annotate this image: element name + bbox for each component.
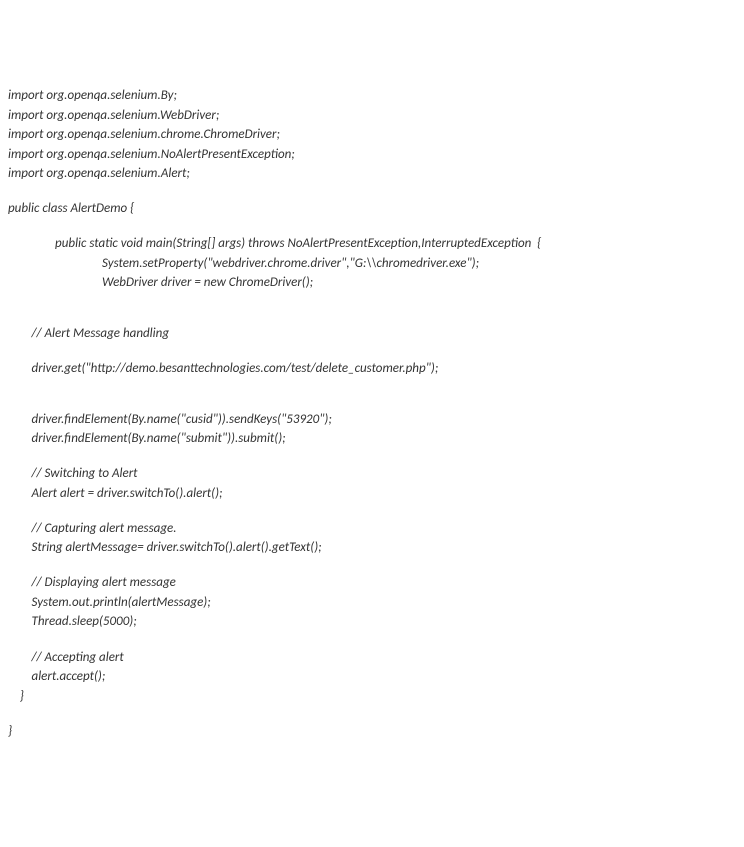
- code-line: driver.findElement(By.name("submit")).su…: [8, 429, 736, 449]
- code-line: alert.accept();: [8, 667, 736, 687]
- code-line: WebDriver driver = new ChromeDriver();: [8, 273, 736, 293]
- code-line: // Switching to Alert: [8, 464, 736, 484]
- code-line: import org.openqa.selenium.chrome.Chrome…: [8, 125, 736, 145]
- code-line: driver.findElement(By.name("cusid")).sen…: [8, 410, 736, 430]
- code-line: }: [8, 687, 736, 707]
- code-line: public class AlertDemo {: [8, 199, 736, 219]
- code-line: driver.get("http://demo.besanttechnologi…: [8, 359, 736, 379]
- code-line: [8, 558, 736, 574]
- code-line: // Alert Message handling: [8, 324, 736, 344]
- code-line: public static void main(String[] args) t…: [8, 234, 736, 254]
- code-line: [8, 184, 736, 200]
- code-line: [8, 343, 736, 359]
- code-line: [8, 449, 736, 465]
- code-line: [8, 378, 736, 394]
- code-line: [8, 308, 736, 324]
- code-line: [8, 394, 736, 410]
- code-line: [8, 632, 736, 648]
- code-line: [8, 293, 736, 309]
- code-line: System.setProperty("webdriver.chrome.dri…: [8, 254, 736, 274]
- code-line: // Accepting alert: [8, 648, 736, 668]
- code-block: import org.openqa.selenium.By;import org…: [8, 86, 736, 741]
- code-line: // Displaying alert message: [8, 573, 736, 593]
- code-line: import org.openqa.selenium.By;: [8, 86, 736, 106]
- code-line: [8, 503, 736, 519]
- code-line: Alert alert = driver.switchTo().alert();: [8, 484, 736, 504]
- code-line: [8, 219, 736, 235]
- code-line: import org.openqa.selenium.Alert;: [8, 164, 736, 184]
- code-line: import org.openqa.selenium.NoAlertPresen…: [8, 145, 736, 165]
- code-line: String alertMessage= driver.switchTo().a…: [8, 538, 736, 558]
- code-line: System.out.println(alertMessage);: [8, 593, 736, 613]
- code-line: Thread.sleep(5000);: [8, 612, 736, 632]
- code-line: [8, 706, 736, 722]
- code-line: import org.openqa.selenium.WebDriver;: [8, 106, 736, 126]
- code-line: }: [8, 722, 736, 742]
- code-line: // Capturing alert message.: [8, 519, 736, 539]
